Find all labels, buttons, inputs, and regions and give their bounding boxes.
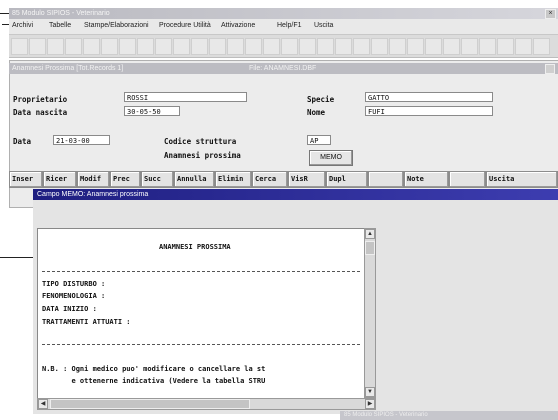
callout-line-top [0,13,9,14]
birth-date-label: Data nascita [13,108,68,117]
scroll-right-arrow-icon[interactable]: ▶ [365,399,375,409]
memo-field-line: DATA INIZIO : [42,305,97,313]
memo-field-line: TRATTAMENTI ATTUATI : [42,318,131,326]
toolbar-button[interactable] [533,38,550,55]
window-title: 85 Modulo SIPIOS - Veterinario [12,10,110,17]
previous-button[interactable]: Prec [110,171,141,188]
toolbar-button[interactable] [29,38,46,55]
toolbar-button[interactable] [407,38,424,55]
toolbar [9,35,558,58]
species-field[interactable]: GATTO [365,92,493,102]
memo-note-line: N.B. : Ogni medico puo' modificare o can… [42,365,266,373]
structure-code-field[interactable]: AP [307,135,331,145]
toolbar-button[interactable] [371,38,388,55]
cancel-button[interactable]: Annulla [174,171,215,188]
toolbar-button[interactable] [155,38,172,55]
form-file-label: File: ANAMNESI.DBF [249,65,317,72]
menu-item-attivazione[interactable]: Attivazione [221,22,255,29]
exit-button[interactable]: Uscita [486,171,558,188]
toolbar-button[interactable] [443,38,460,55]
blank-button[interactable] [449,171,486,188]
toolbar-button[interactable] [173,38,190,55]
toolbar-button[interactable] [353,38,370,55]
toolbar-button[interactable] [191,38,208,55]
menu-item-uscita[interactable]: Uscita [314,22,333,29]
structure-code-label: Codice struttura [164,137,237,146]
form-close-icon[interactable] [545,64,555,74]
divider [42,344,360,345]
toolbar-button[interactable] [335,38,352,55]
close-icon[interactable]: × [545,9,556,19]
memo-heading: ANAMNESI PROSSIMA [159,243,231,251]
toolbar-button[interactable] [101,38,118,55]
toolbar-button[interactable] [425,38,442,55]
toolbar-button[interactable] [137,38,154,55]
toolbar-button[interactable] [479,38,496,55]
horizontal-scrollbar[interactable]: ◀ ▶ [37,398,376,410]
scroll-thumb[interactable] [365,241,375,255]
notes-button[interactable]: Note [404,171,449,188]
window-title-bar: 85 Modulo SIPIOS - Veterinario × [9,8,558,19]
date-field[interactable]: 21-03-00 [53,135,110,145]
blank-button[interactable] [368,171,404,188]
toolbar-button[interactable] [281,38,298,55]
name-label: Nome [307,108,326,117]
menu-bar: Archivi Tabelle Stampe/Elaborazioni Proc… [9,19,558,35]
toolbar-button[interactable] [11,38,28,55]
taskbar-item[interactable]: 85 Modulo SIPIOS - Veterinario [340,411,558,420]
delete-button[interactable]: Elimin [215,171,252,188]
scroll-up-arrow-icon[interactable]: ▲ [365,229,375,239]
species-label: Specie [307,95,335,104]
memo-field-line: FENOMENOLOGIA : [42,292,106,300]
scroll-down-arrow-icon[interactable]: ▼ [365,387,375,397]
menu-item-help[interactable]: Help/F1 [277,22,302,29]
search-button[interactable]: Ricer [43,171,77,188]
toolbar-button[interactable] [47,38,64,55]
menu-item-tabelle[interactable]: Tabelle [49,22,71,29]
modify-button[interactable]: Modif [77,171,110,188]
insert-button[interactable]: Inser [9,171,43,188]
action-button-row: Inser Ricer Modif Prec Succ Annulla Elim… [9,171,558,188]
toolbar-button[interactable] [515,38,532,55]
divider [42,271,360,272]
birth-date-field[interactable]: 30-05-50 [124,106,180,116]
memo-dialog-title-bar: Campo MEMO: Anamnesi prossima [33,189,558,200]
toolbar-button[interactable] [299,38,316,55]
form-title: Anamnesi Prossima [Tot.Records 1] [12,65,124,72]
menu-item-archivi[interactable]: Archivi [12,22,33,29]
toolbar-button[interactable] [209,38,226,55]
toolbar-button[interactable] [461,38,478,55]
next-button[interactable]: Succ [141,171,174,188]
scroll-left-arrow-icon[interactable]: ◀ [38,399,48,409]
toolbar-button[interactable] [227,38,244,55]
memo-button[interactable]: MEMO [309,150,353,166]
toolbar-button[interactable] [65,38,82,55]
memo-field-line: TIPO DISTURBO : [42,280,106,288]
scroll-thumb[interactable] [50,399,250,409]
vertical-scrollbar[interactable]: ▲ ▼ [364,228,376,398]
owner-label: Proprietario [13,95,68,104]
memo-note-line: e ottenerne indicativa (Vedere la tabell… [42,377,266,385]
anamnesis-label: Anamnesi prossima [164,151,241,160]
toolbar-button[interactable] [497,38,514,55]
toolbar-button[interactable] [317,38,334,55]
toolbar-button[interactable] [263,38,280,55]
toolbar-button[interactable] [389,38,406,55]
form-title-bar: Anamnesi Prossima [Tot.Records 1] File: … [9,63,558,74]
toolbar-button[interactable] [119,38,136,55]
view-record-button[interactable]: VisR [288,171,326,188]
duplicate-button[interactable]: Dupl [326,171,368,188]
date-label: Data [13,137,32,146]
name-field[interactable]: FUFI [365,106,493,116]
find-button[interactable]: Cerca [252,171,288,188]
toolbar-button[interactable] [245,38,262,55]
toolbar-button[interactable] [83,38,100,55]
memo-dialog-title: Campo MEMO: Anamnesi prossima [37,191,149,198]
menu-item-stampe[interactable]: Stampe/Elaborazioni [84,22,149,29]
menu-item-procedure[interactable]: Procedure Utilità [159,22,211,29]
memo-text-area[interactable]: ANAMNESI PROSSIMA TIPO DISTURBO : FENOME… [37,228,366,400]
owner-field[interactable]: ROSSI [124,92,247,102]
